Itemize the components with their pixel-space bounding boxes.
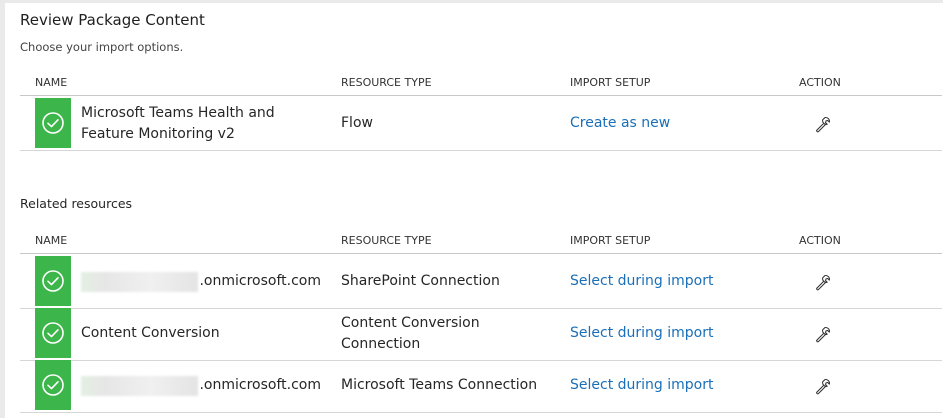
page-title: Review Package Content bbox=[20, 11, 205, 29]
status-indicator bbox=[35, 98, 71, 148]
resource-name-domain: .onmicrosoft.com bbox=[199, 273, 321, 289]
wrench-icon bbox=[816, 116, 830, 132]
action-button[interactable] bbox=[810, 256, 836, 307]
import-setup-link[interactable]: Create as new bbox=[570, 98, 770, 149]
column-header-resource-type: RESOURCE TYPE bbox=[341, 234, 432, 247]
status-indicator bbox=[35, 308, 71, 358]
check-circle-icon bbox=[42, 374, 64, 396]
action-button[interactable] bbox=[810, 308, 836, 359]
column-header-action: ACTION bbox=[799, 234, 841, 247]
resource-type: SharePoint Connection bbox=[341, 273, 500, 289]
check-circle-icon bbox=[42, 270, 64, 292]
status-indicator bbox=[35, 256, 71, 306]
wrench-icon bbox=[816, 378, 830, 394]
page-subtitle: Choose your import options. bbox=[20, 40, 184, 54]
action-button[interactable] bbox=[810, 360, 836, 411]
column-header-import-setup: IMPORT SETUP bbox=[570, 234, 651, 247]
column-header-name: NAME bbox=[35, 76, 68, 89]
import-setup-link[interactable]: Select during import bbox=[570, 360, 770, 411]
column-header-import-setup: IMPORT SETUP bbox=[570, 76, 651, 89]
column-header-action: ACTION bbox=[799, 76, 841, 89]
table-row: .onmicrosoft.com Microsoft Teams Connect… bbox=[20, 360, 942, 413]
table-row: Microsoft Teams Health and Feature Monit… bbox=[20, 98, 942, 151]
resource-type: Microsoft Teams Connection bbox=[341, 377, 538, 393]
import-setup-link[interactable]: Select during import bbox=[570, 256, 770, 307]
package-table-header: NAME RESOURCE TYPE IMPORT SETUP ACTION bbox=[20, 71, 942, 96]
resource-type: Content Conversion Connection bbox=[341, 314, 480, 352]
check-circle-icon bbox=[42, 322, 64, 344]
wrench-icon bbox=[816, 326, 830, 342]
table-row: .onmicrosoft.com SharePoint Connection S… bbox=[20, 256, 942, 309]
related-table-header: NAME RESOURCE TYPE IMPORT SETUP ACTION bbox=[20, 229, 942, 254]
wrench-icon bbox=[816, 274, 830, 290]
resource-name: Content Conversion bbox=[81, 325, 220, 341]
action-button[interactable] bbox=[810, 98, 836, 149]
resource-name: Microsoft Teams Health and Feature Monit… bbox=[81, 104, 275, 142]
resource-name: .onmicrosoft.com bbox=[81, 256, 321, 307]
table-row: Content Conversion Content Conversion Co… bbox=[20, 308, 942, 361]
resource-name-domain: .onmicrosoft.com bbox=[199, 377, 321, 393]
column-header-resource-type: RESOURCE TYPE bbox=[341, 76, 432, 89]
import-setup-link[interactable]: Select during import bbox=[570, 308, 770, 359]
resource-type: Flow bbox=[341, 115, 373, 131]
review-package-panel: Review Package Content Choose your impor… bbox=[5, 3, 943, 418]
status-indicator bbox=[35, 360, 71, 410]
resource-name: .onmicrosoft.com bbox=[81, 360, 321, 411]
check-circle-icon bbox=[42, 112, 64, 134]
related-resources-title: Related resources bbox=[20, 196, 133, 211]
redacted-text bbox=[81, 375, 199, 396]
redacted-text bbox=[81, 271, 199, 292]
column-header-name: NAME bbox=[35, 234, 68, 247]
